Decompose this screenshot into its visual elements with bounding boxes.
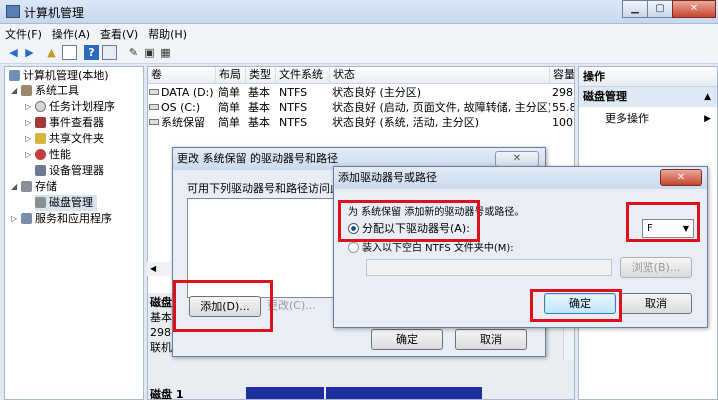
up-folder-icon[interactable]: ▲	[44, 45, 59, 60]
help-icon[interactable]: ?	[84, 45, 99, 60]
minimize-button[interactable]: ▁	[622, 0, 648, 18]
add-dialog-title: 添加驱动器号或路径	[334, 167, 707, 189]
submenu-arrow-icon: ▶	[704, 114, 711, 124]
scroll-left-icon[interactable]: ◀	[147, 262, 171, 276]
column-header-capacity[interactable]: 容量	[550, 67, 574, 84]
disk-icon	[35, 197, 46, 208]
disk-1-partition-bar[interactable]	[246, 387, 324, 399]
tree-item-task-scheduler[interactable]: 任务计划程序	[35, 99, 115, 115]
mount-folder-path-input	[366, 259, 612, 276]
column-header-layout[interactable]: 布局	[216, 67, 246, 84]
computer-icon	[9, 70, 20, 81]
event-viewer-icon	[35, 117, 46, 128]
collapse-up-icon: ▲	[704, 92, 711, 102]
menu-action[interactable]: 操作(A)	[47, 24, 95, 42]
volume-icon	[149, 119, 159, 125]
performance-icon	[35, 149, 46, 160]
device-manager-icon	[35, 165, 46, 176]
title-bar: 计算机管理 ▁ ▢ ✕	[0, 0, 718, 24]
change-dialog-label: 可用下列驱动器号和路径访问此卷	[187, 182, 352, 195]
tree-item-device-manager[interactable]: 设备管理器	[35, 163, 104, 179]
actions-section-disk-management[interactable]: 磁盘管理 ▲	[579, 87, 717, 107]
change-dialog-cancel-button[interactable]: 取消	[455, 329, 527, 350]
menu-help[interactable]: 帮助(H)	[143, 24, 192, 42]
column-header-volume[interactable]: 卷	[148, 67, 216, 84]
column-header-status[interactable]: 状态	[330, 67, 550, 84]
browse-button: 浏览(B)...	[620, 257, 692, 278]
change-drive-letter-button: 更改(C)...	[267, 299, 316, 312]
back-arrow-icon[interactable]: ◀	[6, 45, 21, 60]
expand-icon[interactable]: ▷	[11, 214, 17, 223]
tree-item-system-tools[interactable]: 系统工具	[21, 83, 79, 99]
computer-management-icon	[6, 5, 20, 18]
add-drive-letter-dialog: 添加驱动器号或路径 ✕ 为 系统保留 添加新的驱动器号或路径。 分配以下驱动器号…	[333, 166, 708, 328]
tree-item-root[interactable]: 计算机管理(本地)	[9, 68, 109, 84]
close-button[interactable]: ✕	[672, 0, 716, 18]
clock-icon	[35, 101, 46, 112]
disk-1-label: 磁盘 1	[150, 388, 184, 400]
add-dialog-close-button[interactable]: ✕	[660, 169, 702, 186]
expand-icon[interactable]: ▷	[25, 118, 31, 127]
expand-icon[interactable]: ▷	[25, 150, 31, 159]
menu-file[interactable]: 文件(F)	[0, 24, 47, 42]
change-dialog-ok-button[interactable]: 确定	[371, 329, 443, 350]
tree-item-services[interactable]: 服务和应用程序	[21, 211, 112, 227]
mount-folder-radio[interactable]: 装入以下空白 NTFS 文件夹中(M):	[348, 241, 514, 257]
navigation-tree: 计算机管理(本地) ◢ 系统工具 ▷ 任务计划程序 ▷ 事件查看器 ▷ 共享文件…	[4, 66, 144, 400]
forward-arrow-icon[interactable]: ▶	[22, 45, 37, 60]
tree-item-storage[interactable]: 存储	[21, 179, 57, 195]
show-tree-icon[interactable]	[62, 45, 77, 60]
collapse-icon[interactable]: ◢	[11, 182, 17, 191]
disk-0-status: 联机	[150, 341, 172, 354]
highlight-add-button	[173, 280, 273, 332]
window-title: 计算机管理	[24, 6, 85, 20]
radio-unselected-icon	[348, 242, 359, 253]
disk-0-label: 磁盘	[150, 296, 172, 309]
highlight-ok-button	[530, 289, 622, 322]
actions-header: 操作	[579, 67, 717, 87]
menu-view[interactable]: 查看(V)	[95, 24, 143, 42]
view-icon[interactable]: ▦	[158, 45, 173, 60]
column-header-filesystem[interactable]: 文件系统	[276, 67, 330, 84]
highlight-drive-letter	[626, 202, 700, 242]
expand-icon[interactable]: ▷	[25, 102, 31, 111]
services-icon	[21, 213, 32, 224]
maximize-button[interactable]: ▢	[647, 0, 673, 18]
export-icon[interactable]: ▣	[142, 45, 157, 60]
tree-item-shared-folders[interactable]: 共享文件夹	[35, 131, 104, 147]
volume-icon	[149, 104, 159, 110]
shared-folder-icon	[35, 133, 46, 144]
toolbar: ◀ ▶ ▲ ? ✎ ▣ ▦	[0, 42, 718, 64]
column-header-type[interactable]: 类型	[246, 67, 276, 84]
disk-1-partition-bar[interactable]	[326, 387, 482, 399]
tree-item-disk-management[interactable]: 磁盘管理	[35, 195, 97, 211]
storage-icon	[21, 181, 32, 192]
tree-item-event-viewer[interactable]: 事件查看器	[35, 115, 104, 131]
refresh-icon[interactable]: ✎	[126, 45, 141, 60]
add-dialog-cancel-button[interactable]: 取消	[620, 293, 692, 314]
disk-0-size: 298	[150, 326, 171, 339]
highlight-assign-radio	[338, 200, 480, 242]
menu-bar: 文件(F) 操作(A) 查看(V) 帮助(H)	[0, 24, 718, 42]
volume-icon	[149, 89, 159, 95]
more-actions-item[interactable]: 更多操作 ▶	[579, 109, 717, 129]
properties-icon[interactable]	[102, 45, 117, 60]
tree-item-performance[interactable]: 性能	[35, 147, 71, 163]
expand-icon[interactable]: ▷	[25, 134, 31, 143]
tools-icon	[21, 85, 32, 96]
collapse-icon[interactable]: ◢	[11, 86, 17, 95]
disk-0-type: 基本	[150, 311, 172, 324]
change-dialog-close-button[interactable]: ✕	[495, 151, 539, 167]
